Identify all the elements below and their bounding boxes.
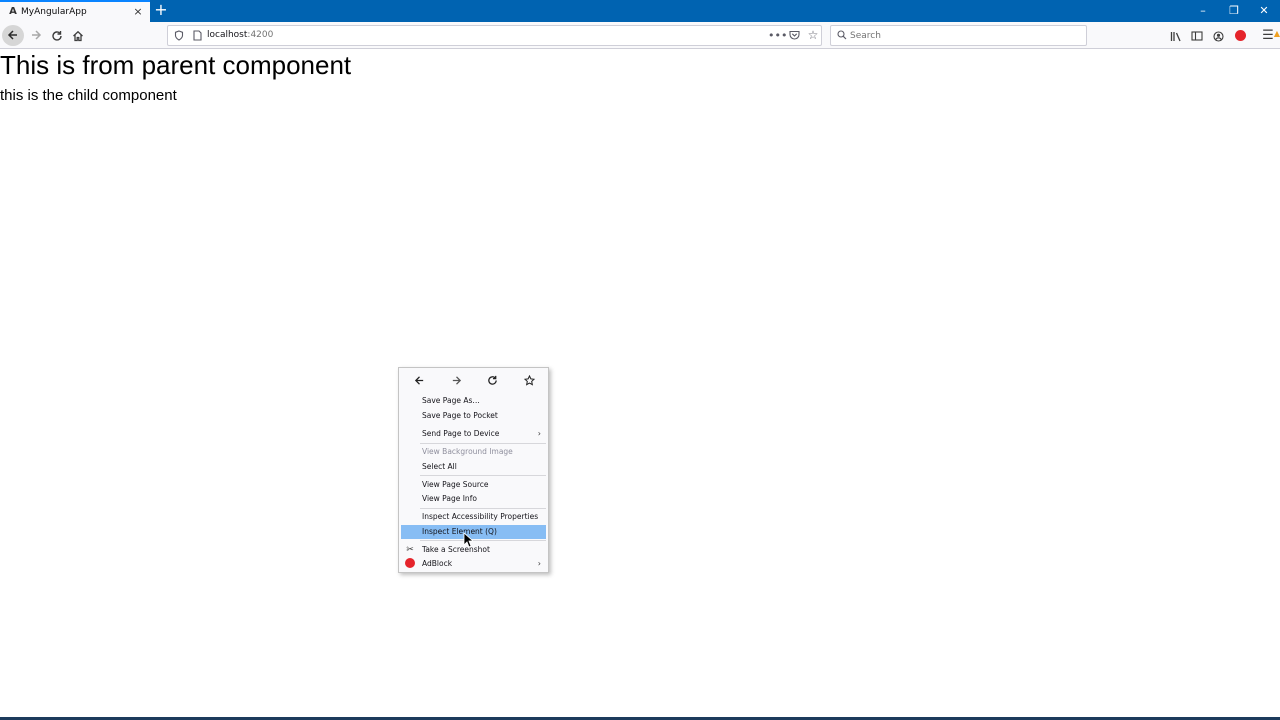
window-close-button[interactable]: ✕ [1254, 2, 1274, 19]
menu-item-view-page-info[interactable]: View Page Info [401, 492, 546, 506]
search-icon [836, 28, 848, 43]
menu-item-save-page-to-pocket[interactable]: Save Page to Pocket [401, 409, 546, 423]
menu-item-save-page-as[interactable]: Save Page As… [401, 394, 546, 408]
menu-item-take-a-screenshot[interactable]: ✂ Take a Screenshot [401, 543, 546, 557]
search-bar[interactable] [830, 25, 1087, 46]
forward-arrow-icon [32, 30, 42, 40]
menu-item-view-background-image: View Background Image [401, 445, 546, 459]
navigation-toolbar: localhost:4200 ••• ☆ ☰▲ [0, 22, 1280, 49]
tab-myangularapp[interactable]: A MyAngularApp × [0, 0, 150, 22]
mouse-pointer-icon [463, 532, 473, 548]
menu-separator [420, 475, 546, 476]
menu-item-label: Inspect Accessibility Properties [422, 512, 539, 521]
url-text[interactable]: localhost:4200 [207, 28, 273, 43]
context-reload-button[interactable] [482, 371, 502, 389]
menu-item-label: AdBlock [422, 559, 453, 568]
menu-item-label: View Background Image [422, 447, 513, 456]
adblock-toolbar-icon[interactable] [1231, 26, 1249, 45]
library-icon[interactable] [1167, 26, 1185, 45]
bookmark-star-icon[interactable]: ☆ [805, 27, 821, 44]
menu-item-select-all[interactable]: Select All [401, 460, 546, 474]
reload-icon [487, 375, 497, 385]
tab-strip: A MyAngularApp × + – ❐ ✕ [0, 0, 1280, 22]
tab-title: MyAngularApp [21, 7, 87, 17]
angular-favicon-icon: A [9, 6, 17, 17]
menu-item-label: Save Page to Pocket [422, 411, 498, 420]
menu-item-send-page-to-device[interactable]: Send Page to Device › [401, 427, 546, 441]
minimize-button[interactable]: – [1193, 2, 1213, 19]
url-port: :4200 [247, 30, 274, 40]
menu-item-inspect-element[interactable]: Inspect Element (Q) [401, 525, 546, 539]
hamburger-menu-icon[interactable]: ☰ ▲ [1259, 26, 1280, 45]
menu-item-label: View Page Info [422, 494, 477, 503]
sidebar-icon[interactable] [1188, 26, 1206, 45]
search-input[interactable] [850, 27, 1080, 44]
context-forward-button[interactable] [446, 371, 466, 389]
bookmark-star-icon [523, 374, 535, 386]
url-bar[interactable]: localhost:4200 ••• ☆ [167, 25, 822, 46]
menu-item-label: Save Page As… [422, 396, 480, 405]
forward-button[interactable] [25, 25, 47, 46]
submenu-arrow-icon: › [537, 429, 541, 438]
page-content: This is from parent component this is th… [0, 50, 1280, 717]
menu-separator [420, 508, 546, 509]
menu-separator [420, 540, 546, 541]
page-actions-more-icon[interactable]: ••• [768, 27, 787, 44]
reload-icon [52, 30, 62, 41]
scissors-icon: ✂ [406, 545, 414, 555]
new-tab-button[interactable]: + [153, 2, 169, 19]
child-component-text: this is the child component [0, 87, 177, 104]
adblock-icon [404, 558, 416, 570]
context-menu: Save Page As… Save Page to Pocket Send P… [398, 367, 549, 573]
menu-item-label: View Page Source [422, 480, 489, 489]
submenu-arrow-icon: › [537, 559, 541, 568]
menu-separator [420, 443, 546, 444]
menu-item-label: Take a Screenshot [422, 545, 490, 554]
menu-item-inspect-accessibility-properties[interactable]: Inspect Accessibility Properties [401, 510, 546, 524]
back-arrow-icon [414, 376, 423, 385]
home-icon [73, 30, 83, 41]
page-info-icon[interactable] [191, 28, 203, 43]
browser-window: A MyAngularApp × + – ❐ ✕ localhost:4200 … [0, 0, 1280, 720]
reload-button[interactable] [46, 25, 68, 46]
parent-heading: This is from parent component [0, 50, 352, 80]
url-host: localhost [207, 30, 248, 40]
forward-arrow-icon [452, 376, 461, 385]
tracking-protection-shield-icon[interactable] [173, 28, 185, 43]
account-icon[interactable] [1209, 26, 1227, 45]
menu-item-label: Inspect Element (Q) [422, 527, 497, 536]
tab-close-icon[interactable]: × [131, 4, 145, 19]
back-button[interactable] [2, 25, 24, 46]
menu-item-label: Send Page to Device [422, 429, 500, 438]
context-menu-nav-row [399, 368, 548, 392]
restore-button[interactable]: ❐ [1224, 2, 1244, 19]
context-back-button[interactable] [409, 371, 429, 389]
menu-item-adblock[interactable]: AdBlock › [401, 557, 546, 571]
context-bookmark-button[interactable] [519, 371, 539, 389]
back-arrow-icon [7, 30, 17, 40]
update-warning-icon: ▲ [1273, 29, 1280, 38]
menu-item-view-page-source[interactable]: View Page Source [401, 478, 546, 492]
pocket-icon[interactable] [786, 27, 802, 44]
menu-item-label: Select All [422, 462, 457, 471]
home-button[interactable] [67, 25, 89, 46]
